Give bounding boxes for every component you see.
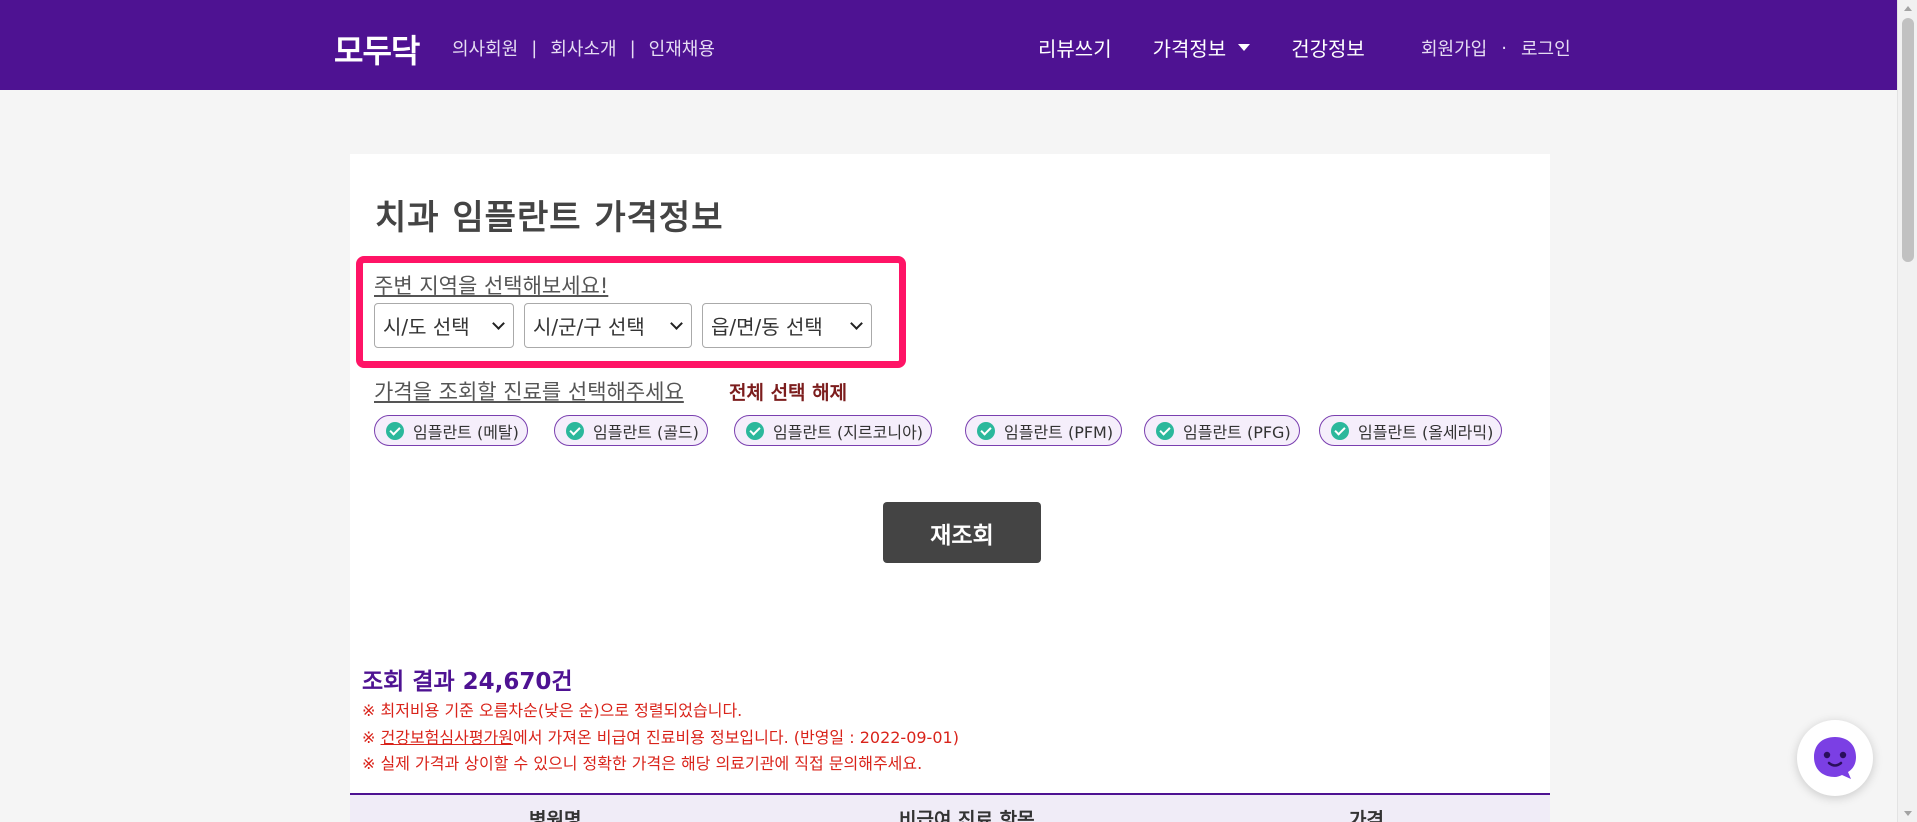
nav-separator: | — [531, 37, 538, 59]
nav-right: 리뷰쓰기 가격정보 건강정보 — [1038, 33, 1406, 62]
check-circle-icon — [977, 421, 995, 440]
hira-link[interactable]: 건강보험심사평가원 — [381, 728, 513, 747]
nav-health-info[interactable]: 건강정보 — [1291, 33, 1365, 62]
check-circle-icon — [746, 421, 764, 440]
col-hospital-name[interactable]: 병원명 — [529, 805, 581, 822]
chip-implant-allceramic[interactable]: 임플란트 (올세라믹) — [1319, 415, 1503, 446]
auth-separator: · — [1501, 37, 1507, 59]
logo[interactable]: 모두닥 — [334, 26, 420, 72]
sigungu-select-value: 시/군/구 선택 — [533, 315, 645, 339]
nav-doctor-members[interactable]: 의사회원 — [452, 35, 518, 61]
nav-price-info-label: 가격정보 — [1152, 37, 1227, 61]
nav-company-intro[interactable]: 회사소개 — [550, 35, 616, 61]
main-card — [350, 154, 1550, 822]
check-circle-icon — [566, 421, 584, 440]
chip-implant-gold[interactable]: 임플란트 (골드) — [554, 415, 708, 446]
page-title: 치과 임플란트 가격정보 — [375, 198, 724, 238]
signup-link[interactable]: 회원가입 — [1421, 35, 1487, 61]
requery-button[interactable]: 재조회 — [883, 502, 1041, 563]
nav-price-info[interactable]: 가격정보 — [1153, 33, 1251, 62]
chevron-down-icon — [850, 317, 863, 330]
eupmyeondong-select[interactable]: 읍/면/동 선택 — [702, 303, 872, 348]
note-source-prefix: ※ — [362, 728, 381, 747]
scroll-thumb[interactable] — [1902, 18, 1914, 262]
chevron-down-icon — [492, 317, 505, 330]
chip-label: 임플란트 (골드) — [593, 422, 699, 442]
col-price[interactable]: 가격 — [1349, 805, 1384, 822]
check-circle-icon — [386, 421, 404, 440]
chip-implant-zirconia[interactable]: 임플란트 (지르코니아) — [734, 415, 933, 446]
results-table-header: 병원명 비급여 진료 항목 가격 — [350, 793, 1550, 822]
nav-separator: | — [629, 37, 636, 59]
note-sort-order: ※ 최저비용 기준 오름차순(낮은 순)으로 정렬되었습니다. — [362, 701, 743, 720]
nav-left: 의사회원 | 회사소개 | 인재채용 — [452, 35, 715, 61]
page-scrollbar[interactable] — [1897, 0, 1917, 822]
chip-label: 임플란트 (지르코니아) — [773, 422, 924, 442]
result-count: 조회 결과 24,670건 — [362, 669, 573, 695]
scroll-up-arrow-icon[interactable] — [1904, 6, 1912, 11]
sido-select[interactable]: 시/도 선택 — [374, 303, 514, 348]
note-source: ※ 건강보험심사평가원에서 가져온 비급여 진료비용 정보입니다. (반영일 :… — [362, 724, 959, 748]
chat-bot-icon — [1814, 737, 1856, 779]
chip-implant-pfm[interactable]: 임플란트 (PFM) — [965, 415, 1123, 446]
nav-write-review[interactable]: 리뷰쓰기 — [1038, 33, 1112, 62]
top-nav-bar: 모두닥 의사회원 | 회사소개 | 인재채용 리뷰쓰기 가격정보 건강정보 회원… — [0, 0, 1897, 90]
note-disclaimer: ※ 실제 가격과 상이할 수 있으니 정확한 가격은 해당 의료기관에 직접 문… — [362, 754, 923, 773]
sido-select-value: 시/도 선택 — [383, 315, 470, 339]
chip-label: 임플란트 (PFG) — [1183, 422, 1291, 442]
region-label: 주변 지역을 선택해보세요! — [374, 274, 609, 298]
chip-label: 임플란트 (올세라믹) — [1358, 422, 1494, 442]
chip-label: 임플란트 (메탈) — [413, 422, 519, 442]
caret-down-icon — [1238, 44, 1251, 51]
eupmyeondong-select-value: 읍/면/동 선택 — [711, 315, 823, 339]
nav-careers[interactable]: 인재채용 — [649, 35, 715, 61]
chip-implant-metal[interactable]: 임플란트 (메탈) — [374, 415, 528, 446]
treatment-label: 가격을 조회할 진료를 선택해주세요 — [374, 380, 684, 404]
auth-links: 회원가입 · 로그인 — [1421, 35, 1571, 61]
chat-bot-button[interactable] — [1797, 720, 1873, 796]
check-circle-icon — [1156, 421, 1174, 440]
chip-label: 임플란트 (PFM) — [1004, 422, 1114, 442]
chip-implant-pfg[interactable]: 임플란트 (PFG) — [1144, 415, 1300, 446]
col-treatment-item[interactable]: 비급여 진료 항목 — [899, 805, 1035, 822]
deselect-all-button[interactable]: 전체 선택 해제 — [729, 378, 847, 405]
scroll-down-arrow-icon[interactable] — [1904, 811, 1912, 816]
chevron-down-icon — [670, 317, 683, 330]
login-link[interactable]: 로그인 — [1521, 35, 1571, 61]
note-source-suffix: 에서 가져온 비급여 진료비용 정보입니다. (반영일 : 2022-09-01… — [512, 728, 959, 747]
check-circle-icon — [1331, 421, 1349, 440]
sigungu-select[interactable]: 시/군/구 선택 — [524, 303, 692, 348]
